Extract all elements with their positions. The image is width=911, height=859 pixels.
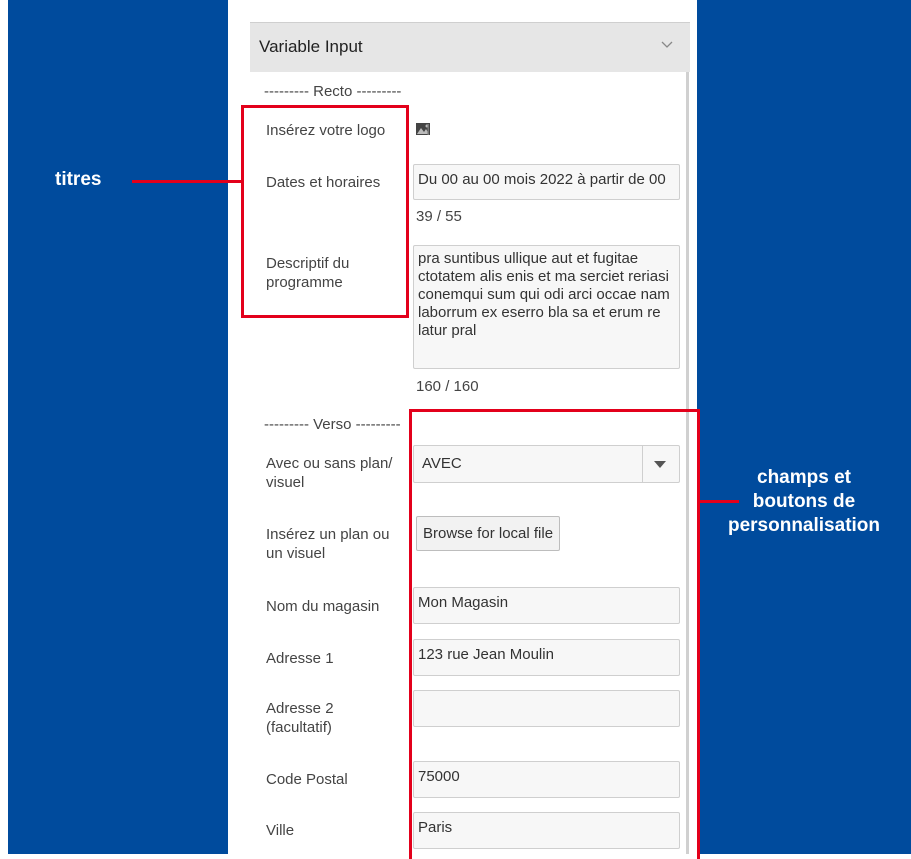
address1-label: Adresse 1 — [266, 650, 334, 667]
address2-label: Adresse 2 (facultatif) — [266, 700, 334, 736]
background-left — [8, 0, 228, 854]
annotation-fields-box — [409, 409, 700, 859]
description-textarea[interactable]: pra suntibus ullique aut et fugitae ctot… — [413, 245, 680, 369]
annotation-fields-line — [697, 500, 739, 503]
panel-title: Variable Input — [259, 37, 363, 56]
text-cursor-icon: I — [426, 122, 431, 139]
city-label: Ville — [266, 822, 295, 839]
verso-separator: --------- Verso --------- — [264, 416, 401, 433]
store-name-label: Nom du magasin — [266, 598, 380, 615]
annotation-titles: titres — [55, 169, 102, 190]
annotation-titles-line — [132, 180, 244, 183]
dates-input[interactable]: Du 00 au 00 mois 2022 à partir de 00 — [413, 164, 680, 200]
dates-counter: 39 / 55 — [416, 208, 462, 225]
annotation-fields-line1: champs et — [757, 467, 851, 488]
annotation-titles-box — [241, 105, 409, 318]
description-counter: 160 / 160 — [416, 378, 479, 395]
zip-label: Code Postal — [266, 771, 348, 788]
upload-label: Insérez un plan ou un visuel — [266, 526, 390, 562]
plan-label: Avec ou sans plan/ visuel — [266, 455, 393, 491]
recto-separator: --------- Recto --------- — [264, 83, 402, 100]
chevron-down-icon[interactable] — [660, 37, 674, 51]
annotation-fields-line3: personnalisation — [727, 515, 881, 536]
panel-header[interactable]: Variable Input — [250, 22, 690, 72]
background-right — [697, 0, 911, 854]
